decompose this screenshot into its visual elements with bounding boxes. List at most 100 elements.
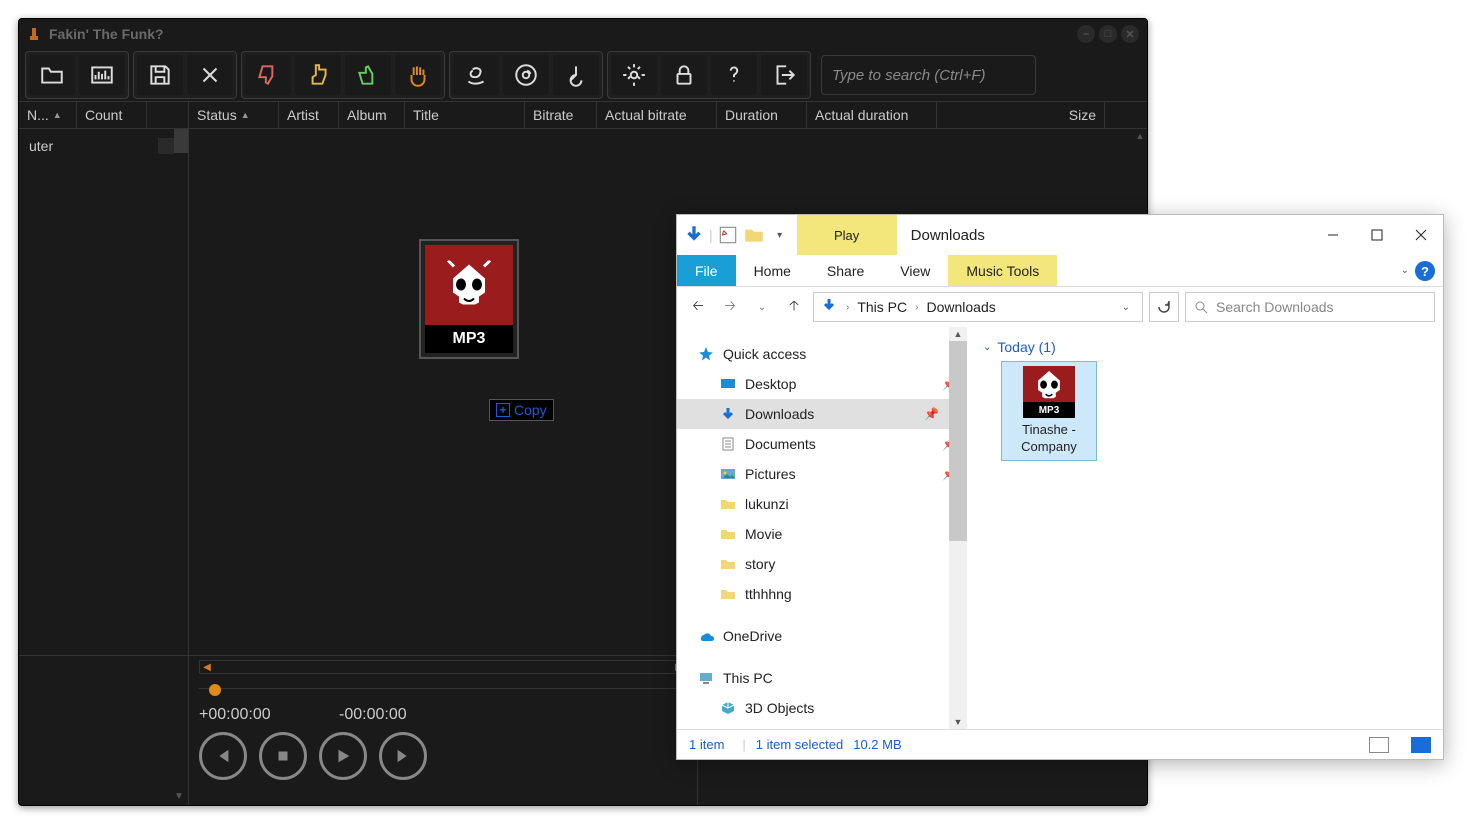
chevron-right-icon[interactable]: › — [842, 302, 853, 313]
back-button[interactable]: 🡠 — [685, 294, 711, 320]
context-tab-play[interactable]: Play — [797, 215, 897, 255]
file-item[interactable]: MP3 Tinashe - Company — [1001, 361, 1097, 461]
col-size[interactable]: Size — [937, 102, 1105, 128]
close-button[interactable] — [1399, 215, 1443, 255]
qat-dropdown-icon[interactable]: ▾ — [769, 224, 791, 246]
nav-tthhhng[interactable]: tthhhng — [697, 579, 967, 609]
minimize-button[interactable]: – — [1077, 25, 1095, 43]
file-pane[interactable]: ⌄ Today (1) MP3 Tinashe - Com — [967, 327, 1443, 729]
discogs-button[interactable] — [503, 55, 549, 95]
col-title[interactable]: Title — [405, 102, 525, 128]
col-status[interactable]: Status▲ — [189, 102, 279, 128]
settings-button[interactable] — [611, 55, 657, 95]
col-actual-duration[interactable]: Actual duration — [807, 102, 937, 128]
minimize-button[interactable] — [1311, 215, 1355, 255]
exit-button[interactable] — [761, 55, 807, 95]
search-placeholder: Search Downloads — [1216, 299, 1334, 315]
icons-view-button[interactable] — [1411, 737, 1431, 753]
analyze-button[interactable] — [79, 55, 125, 95]
seek-bar[interactable] — [199, 688, 687, 698]
forward-button[interactable]: 🡢 — [717, 294, 743, 320]
nav-movie[interactable]: Movie — [697, 519, 967, 549]
crumb-this-pc[interactable]: This PC — [857, 299, 907, 315]
3d-objects-icon — [719, 699, 737, 717]
properties-icon[interactable] — [717, 224, 739, 246]
nav-quick-access[interactable]: Quick access — [697, 339, 967, 369]
nav-story[interactable]: story — [697, 549, 967, 579]
nav-this-pc[interactable]: This PC — [697, 663, 967, 693]
drag-preview: MP3 — [419, 239, 519, 359]
col-duration[interactable]: Duration — [717, 102, 807, 128]
chevron-right-icon[interactable]: › — [911, 302, 922, 313]
col-bitrate[interactable]: Bitrate — [525, 102, 597, 128]
stop-button[interactable] — [259, 732, 307, 780]
up-button[interactable]: 🡡 — [781, 294, 807, 320]
horizontal-scrollbar[interactable]: ◀▶ — [199, 660, 687, 674]
tab-share[interactable]: Share — [809, 255, 882, 286]
col-count[interactable]: Count — [77, 102, 147, 128]
history-dropdown-icon[interactable]: ⌄ — [749, 294, 775, 320]
close-button[interactable]: ✕ — [1121, 25, 1139, 43]
search-input[interactable]: Type to search (Ctrl+F) — [821, 55, 1036, 95]
play-button[interactable] — [319, 732, 367, 780]
nav-desktop[interactable]: Desktop📌 — [697, 369, 967, 399]
tab-view[interactable]: View — [882, 255, 948, 286]
folder-icon — [719, 555, 737, 573]
hand-stop-button[interactable] — [395, 55, 441, 95]
folder-tree: − uter 0 — [19, 129, 189, 655]
col-artist[interactable]: Artist — [279, 102, 339, 128]
maximize-button[interactable]: □ — [1099, 25, 1117, 43]
delete-button[interactable] — [187, 55, 233, 95]
quick-access-icon — [697, 345, 715, 363]
hand-point-button[interactable] — [295, 55, 341, 95]
ribbon: File Home Share View Music Tools ⌄ ? — [677, 255, 1443, 287]
thumbs-up-button[interactable] — [345, 55, 391, 95]
nav-3d-objects[interactable]: 3D Objects — [697, 693, 967, 723]
tree-scroll-down-icon[interactable]: ▼ — [172, 789, 186, 803]
ribbon-collapse-icon[interactable]: ⌄ — [1395, 255, 1415, 286]
col-album[interactable]: Album — [339, 102, 405, 128]
crumb-downloads[interactable]: Downloads — [926, 299, 995, 315]
prev-button[interactable] — [199, 732, 247, 780]
amazon-button[interactable] — [453, 55, 499, 95]
refresh-button[interactable] — [1149, 292, 1179, 322]
ftf-titlebar[interactable]: Fakin' The Funk? – □ ✕ — [19, 19, 1147, 49]
address-bar[interactable]: › This PC › Downloads ⌄ — [813, 292, 1143, 322]
copy-cursor-hint: + Copy — [489, 399, 554, 421]
help-icon[interactable]: ? — [1415, 261, 1435, 281]
file-name-line2: Company — [1006, 439, 1092, 456]
group-header-today[interactable]: ⌄ Today (1) — [983, 339, 1427, 355]
nav-downloads[interactable]: Downloads📌 — [677, 399, 949, 429]
save-button[interactable] — [137, 55, 183, 95]
help-button[interactable] — [711, 55, 757, 95]
tree-scrollbar[interactable] — [174, 129, 188, 655]
file-name-line1: Tinashe - — [1006, 422, 1092, 439]
tree-item-label: uter — [29, 138, 158, 154]
tab-file[interactable]: File — [677, 255, 736, 286]
tree-scrollbar[interactable]: ▲ ▼ — [949, 327, 967, 729]
maximize-button[interactable] — [1355, 215, 1399, 255]
tab-home[interactable]: Home — [736, 255, 809, 286]
details-view-button[interactable] — [1369, 737, 1389, 753]
window-title: Downloads — [897, 227, 1311, 244]
beatport-button[interactable] — [553, 55, 599, 95]
search-input[interactable]: Search Downloads — [1185, 292, 1435, 322]
folder-icon[interactable] — [743, 224, 765, 246]
mp3-badge: MP3 — [1023, 402, 1075, 418]
open-folder-button[interactable] — [29, 55, 75, 95]
nav-pictures[interactable]: Pictures📌 — [697, 459, 967, 489]
lock-button[interactable] — [661, 55, 707, 95]
seek-handle[interactable] — [209, 684, 221, 696]
nav-onedrive[interactable]: OneDrive — [697, 621, 967, 651]
explorer-titlebar[interactable]: | ▾ Play Downloads — [677, 215, 1443, 255]
search-icon — [1194, 300, 1208, 314]
thumbs-down-button[interactable] — [245, 55, 291, 95]
col-actual-bitrate[interactable]: Actual bitrate — [597, 102, 717, 128]
address-dropdown-icon[interactable]: ⌄ — [1116, 302, 1136, 313]
tree-item[interactable]: − uter 0 — [19, 133, 188, 159]
col-name[interactable]: N...▲ — [19, 102, 77, 128]
nav-lukunzi[interactable]: lukunzi — [697, 489, 967, 519]
nav-documents[interactable]: Documents📌 — [697, 429, 967, 459]
next-button[interactable] — [379, 732, 427, 780]
tab-music-tools[interactable]: Music Tools — [948, 255, 1057, 286]
